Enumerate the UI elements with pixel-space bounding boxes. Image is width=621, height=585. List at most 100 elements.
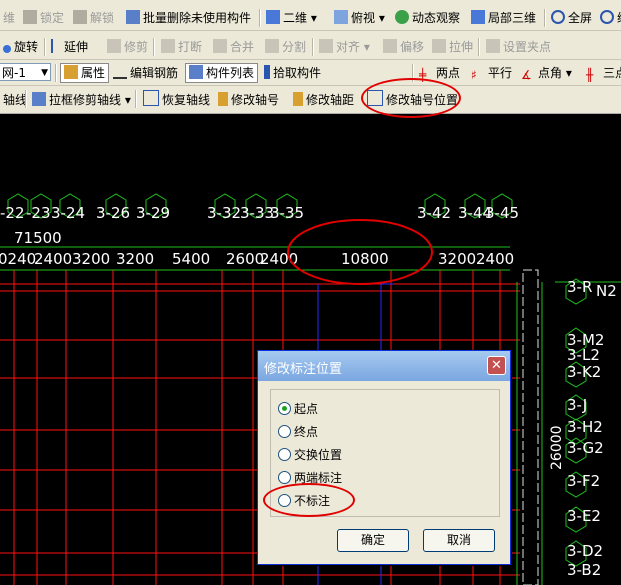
properties-icon xyxy=(64,65,78,79)
dynamic-orbit-button[interactable]: 动态观察 xyxy=(392,8,463,28)
chevron-down-icon: ▼ xyxy=(41,68,48,78)
local-3d-icon xyxy=(471,10,485,24)
dimension-value: 10800 xyxy=(341,250,389,268)
floor-combobox[interactable]: 网-1 ▼ xyxy=(0,63,51,81)
dimension-labels: 71500 0240 2400 3200 3200 5400 2600 2400… xyxy=(0,229,514,268)
axis-label: 3-26 xyxy=(96,204,130,222)
axis-label: -23 xyxy=(26,204,51,222)
axis-label: 3-29 xyxy=(136,204,170,222)
ok-button[interactable]: 确定 xyxy=(337,529,409,552)
right-dimension-stack xyxy=(522,269,539,585)
axis-label: 3-J xyxy=(567,396,587,414)
extend-icon xyxy=(51,39,61,53)
axis-label: 3-H2 xyxy=(567,418,603,436)
trim-button[interactable]: 修剪 xyxy=(104,37,151,57)
split-button[interactable]: 分割 xyxy=(262,37,309,57)
axis-label: 3-35 xyxy=(270,204,304,222)
dimension-value: 2400 xyxy=(34,250,72,268)
option-end[interactable]: 终点 xyxy=(278,423,318,441)
zoom-out-button[interactable]: 缩 xyxy=(597,8,621,28)
close-icon[interactable]: ✕ xyxy=(487,356,506,375)
radio-selected-icon xyxy=(278,402,291,415)
zoom-icon xyxy=(551,10,565,24)
toolbar-area: 维 锁定 解锁 批量删除未使用构件 二维 ▾ 俯视 ▾ 动态观察 局部三维 全屏… xyxy=(0,0,621,114)
point-angle-icon: ∡ xyxy=(521,68,532,82)
pencil-icon xyxy=(218,92,228,106)
zoom-out-icon xyxy=(600,10,614,24)
axis-label: 3-F2 xyxy=(567,472,600,490)
right-total-dimension: 26000 xyxy=(549,425,565,470)
dimension-value: 5400 xyxy=(172,250,210,268)
pick-icon xyxy=(264,65,270,79)
right-dimension-labels: 26000 xyxy=(549,425,565,470)
option-start[interactable]: 起点 xyxy=(278,400,318,418)
toolbar-row-view: 维 锁定 解锁 批量删除未使用构件 二维 ▾ 俯视 ▾ 动态观察 局部三维 全屏… xyxy=(0,6,621,31)
unlock-button[interactable]: 解锁 xyxy=(70,8,117,28)
local-3d-button[interactable]: 局部三维 xyxy=(468,8,539,28)
restore-icon xyxy=(143,90,159,106)
component-list-button[interactable]: 构件列表 xyxy=(185,63,259,83)
grip-icon xyxy=(486,39,500,53)
box-trim-axis-dropdown[interactable]: 拉框修剪轴线 ▾ xyxy=(29,90,134,110)
axis-label: 3-42 xyxy=(417,204,451,222)
pick-component-button[interactable]: 拾取构件 xyxy=(261,63,324,83)
break-icon xyxy=(161,39,175,53)
point-angle-dropdown[interactable]: ∡ 点角 ▾ xyxy=(518,63,575,83)
highlight-ellipse xyxy=(361,78,461,118)
edit-rebar-button[interactable]: 编辑钢筋 xyxy=(110,63,181,83)
parallel-button[interactable]: ♯ 平行 xyxy=(468,63,515,83)
dialog-titlebar[interactable]: 修改标注位置 ✕ xyxy=(258,351,510,381)
axis-label: N2 xyxy=(596,282,617,300)
dimension-value: 2600 xyxy=(226,250,264,268)
trim-icon xyxy=(107,39,121,53)
box-trim-icon xyxy=(32,92,46,106)
axis-label: 3-B2 xyxy=(567,561,601,579)
plane-icon xyxy=(266,10,280,24)
cube-icon xyxy=(334,10,348,24)
merge-button[interactable]: 合并 xyxy=(210,37,257,57)
fullscreen-button[interactable]: 全屏 xyxy=(548,8,595,28)
offset-button[interactable]: 偏移 xyxy=(380,37,427,57)
three-points-button[interactable]: ╫三点 xyxy=(583,63,621,83)
axis-label: 3-D2 xyxy=(567,542,603,560)
right-axis-labels: 3-R N2 3-M2 3-L2 3-K2 3-J 3-H2 3-G2 3-F2… xyxy=(567,278,617,579)
axis-label: 3-32 xyxy=(207,204,241,222)
set-grip-button[interactable]: 设置夹点 xyxy=(483,37,554,57)
toolbar-row-axis: 轴线 拉框修剪轴线 ▾ 恢复轴线 修改轴号 修改轴距 修改轴号位置 xyxy=(0,87,621,114)
orbit-icon xyxy=(395,10,409,24)
cancel-button[interactable]: 取消 xyxy=(423,529,495,552)
dimension-value: 3200 xyxy=(116,250,154,268)
lock-button[interactable]: 锁定 xyxy=(20,8,67,28)
properties-button[interactable]: 属性 xyxy=(60,63,110,83)
view-2d-dropdown[interactable]: 二维 ▾ xyxy=(263,8,320,28)
rotate-button[interactable]: 旋转 xyxy=(0,37,41,57)
modify-label-position-dialog: 修改标注位置 ✕ 起点 终点 交换位置 两端标注 不标注 确定 取消 xyxy=(257,350,511,565)
dimension-value: 2400 xyxy=(260,250,298,268)
toolbar-fragment: 维 xyxy=(3,11,16,25)
align-dropdown[interactable]: 对齐 ▾ xyxy=(316,37,373,57)
break-button[interactable]: 打断 xyxy=(158,37,205,57)
toolbar-row-modify: 旋转 延伸 修剪 打断 合并 分割 对齐 ▾ 偏移 拉伸 设置夹点 xyxy=(0,35,621,60)
restore-axis-button[interactable]: 恢复轴线 xyxy=(140,90,213,110)
extend-button[interactable]: 延伸 xyxy=(48,37,91,57)
stretch-button[interactable]: 拉伸 xyxy=(429,37,476,57)
merge-icon xyxy=(213,39,227,53)
option-swap[interactable]: 交换位置 xyxy=(278,446,342,464)
total-dimension: 71500 xyxy=(14,229,62,247)
axis-label: 3-G2 xyxy=(567,439,604,457)
axis-label: 3-E2 xyxy=(567,507,601,525)
eraser-icon xyxy=(126,10,140,24)
axis-label: -22 xyxy=(0,204,25,222)
stretch-icon xyxy=(432,39,446,53)
pencil-icon xyxy=(293,92,303,106)
top-view-dropdown[interactable]: 俯视 ▾ xyxy=(331,8,388,28)
modify-axis-label-button[interactable]: 修改轴号 xyxy=(215,90,282,110)
parallel-icon: ♯ xyxy=(471,68,477,82)
dimension-value: 3200 xyxy=(438,250,476,268)
axis-label: 3-24 xyxy=(51,204,85,222)
radio-icon xyxy=(278,471,291,484)
modify-axis-spacing-button[interactable]: 修改轴距 xyxy=(290,90,357,110)
batch-delete-button[interactable]: 批量删除未使用构件 xyxy=(123,8,254,28)
radio-icon xyxy=(278,425,291,438)
offset-icon xyxy=(383,39,397,53)
